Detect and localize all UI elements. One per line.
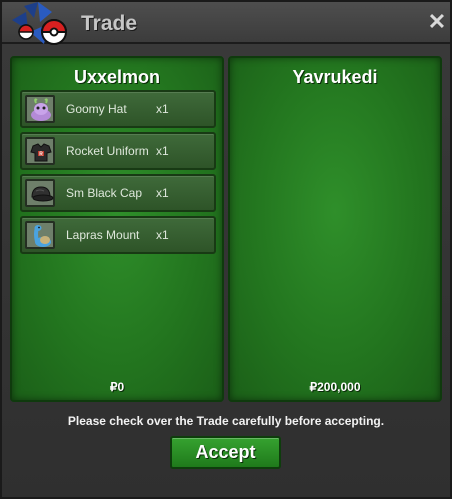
- rocket-uniform-icon: R: [30, 143, 52, 162]
- trade-window: Trade ✕ Uxxelmon Goomy Hat x1 R Rocket U…: [0, 0, 452, 499]
- item-icon-slot: [25, 221, 55, 249]
- right-money-offer: ₽200,000: [309, 380, 361, 394]
- trade-item[interactable]: R Rocket Uniform x1: [20, 132, 216, 170]
- item-quantity: x1: [156, 186, 169, 200]
- close-icon[interactable]: ✕: [427, 11, 447, 33]
- item-icon-slot: R: [25, 137, 55, 165]
- window-title: Trade: [81, 12, 138, 35]
- item-quantity: x1: [156, 102, 169, 116]
- accept-button[interactable]: Accept: [170, 436, 281, 469]
- item-quantity: x1: [156, 228, 169, 242]
- title-bar[interactable]: Trade ✕: [2, 2, 450, 45]
- left-money-offer: ₽0: [109, 380, 125, 394]
- trade-item[interactable]: Goomy Hat x1: [20, 90, 216, 128]
- item-quantity: x1: [156, 144, 169, 158]
- trade-item[interactable]: Lapras Mount x1: [20, 216, 216, 254]
- item-name: Lapras Mount: [66, 228, 140, 242]
- left-trade-panel: Uxxelmon Goomy Hat x1 R Rocket Uniform x…: [10, 56, 224, 402]
- item-icon-slot: [25, 95, 55, 123]
- black-cap-icon: [31, 186, 54, 202]
- svg-text:R: R: [39, 152, 43, 158]
- pokeball-logo-icon: [12, 2, 68, 45]
- trade-notice: Please check over the Trade carefully be…: [67, 414, 385, 428]
- item-icon-slot: [25, 179, 55, 207]
- lapras-icon: [34, 225, 51, 247]
- left-player-name: Uxxelmon: [73, 67, 161, 87]
- item-name: Goomy Hat: [66, 102, 127, 116]
- item-name: Rocket Uniform: [66, 144, 149, 158]
- right-trade-panel: Yavrukedi ₽200,000: [228, 56, 442, 402]
- item-name: Sm Black Cap: [66, 186, 143, 200]
- goomy-hat-icon: [31, 98, 51, 121]
- right-player-name: Yavrukedi: [292, 67, 378, 87]
- trade-item[interactable]: Sm Black Cap x1: [20, 174, 216, 212]
